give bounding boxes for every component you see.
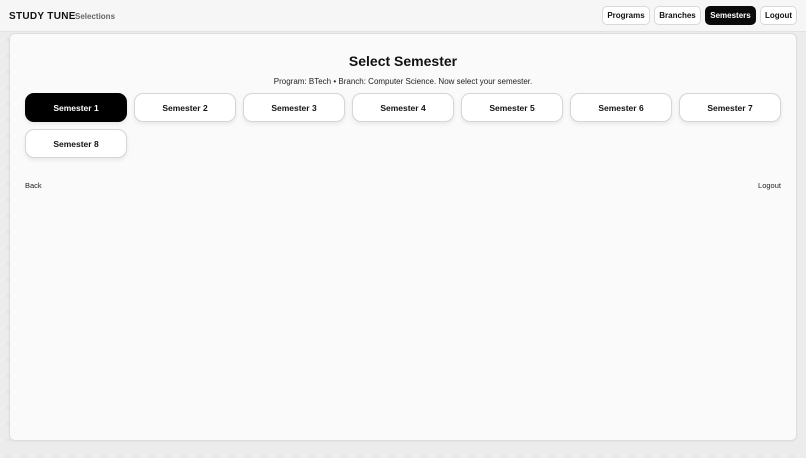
back-link[interactable]: Back (25, 181, 42, 190)
semester-6-button[interactable]: Semester 6 (570, 93, 672, 122)
semester-1-button[interactable]: Semester 1 (25, 93, 127, 122)
semester-4-button[interactable]: Semester 4 (352, 93, 454, 122)
logout-link[interactable]: Logout (758, 181, 781, 190)
nav-semesters-button[interactable]: Semesters (705, 6, 756, 25)
page-title: Select Semester (348, 53, 458, 69)
brand-logo-text[interactable]: STUDY TUNE (9, 11, 76, 22)
semester-5-button[interactable]: Semester 5 (461, 93, 563, 122)
selection-card: Select Semester Program: BTech • Branch:… (9, 33, 797, 441)
semester-2-button[interactable]: Semester 2 (134, 93, 236, 122)
nav-logout-button[interactable]: Logout (760, 6, 797, 25)
semester-3-button[interactable]: Semester 3 (243, 93, 345, 122)
section-label: Selections (75, 12, 116, 21)
top-navigation-bar: STUDY TUNE Selections Programs Branches … (0, 0, 806, 32)
nav-programs-button[interactable]: Programs (602, 6, 650, 25)
selection-summary: Program: BTech • Branch: Computer Scienc… (273, 77, 533, 86)
semester-8-button[interactable]: Semester 8 (25, 129, 127, 158)
semester-7-button[interactable]: Semester 7 (679, 93, 781, 122)
nav-branches-button[interactable]: Branches (654, 6, 701, 25)
